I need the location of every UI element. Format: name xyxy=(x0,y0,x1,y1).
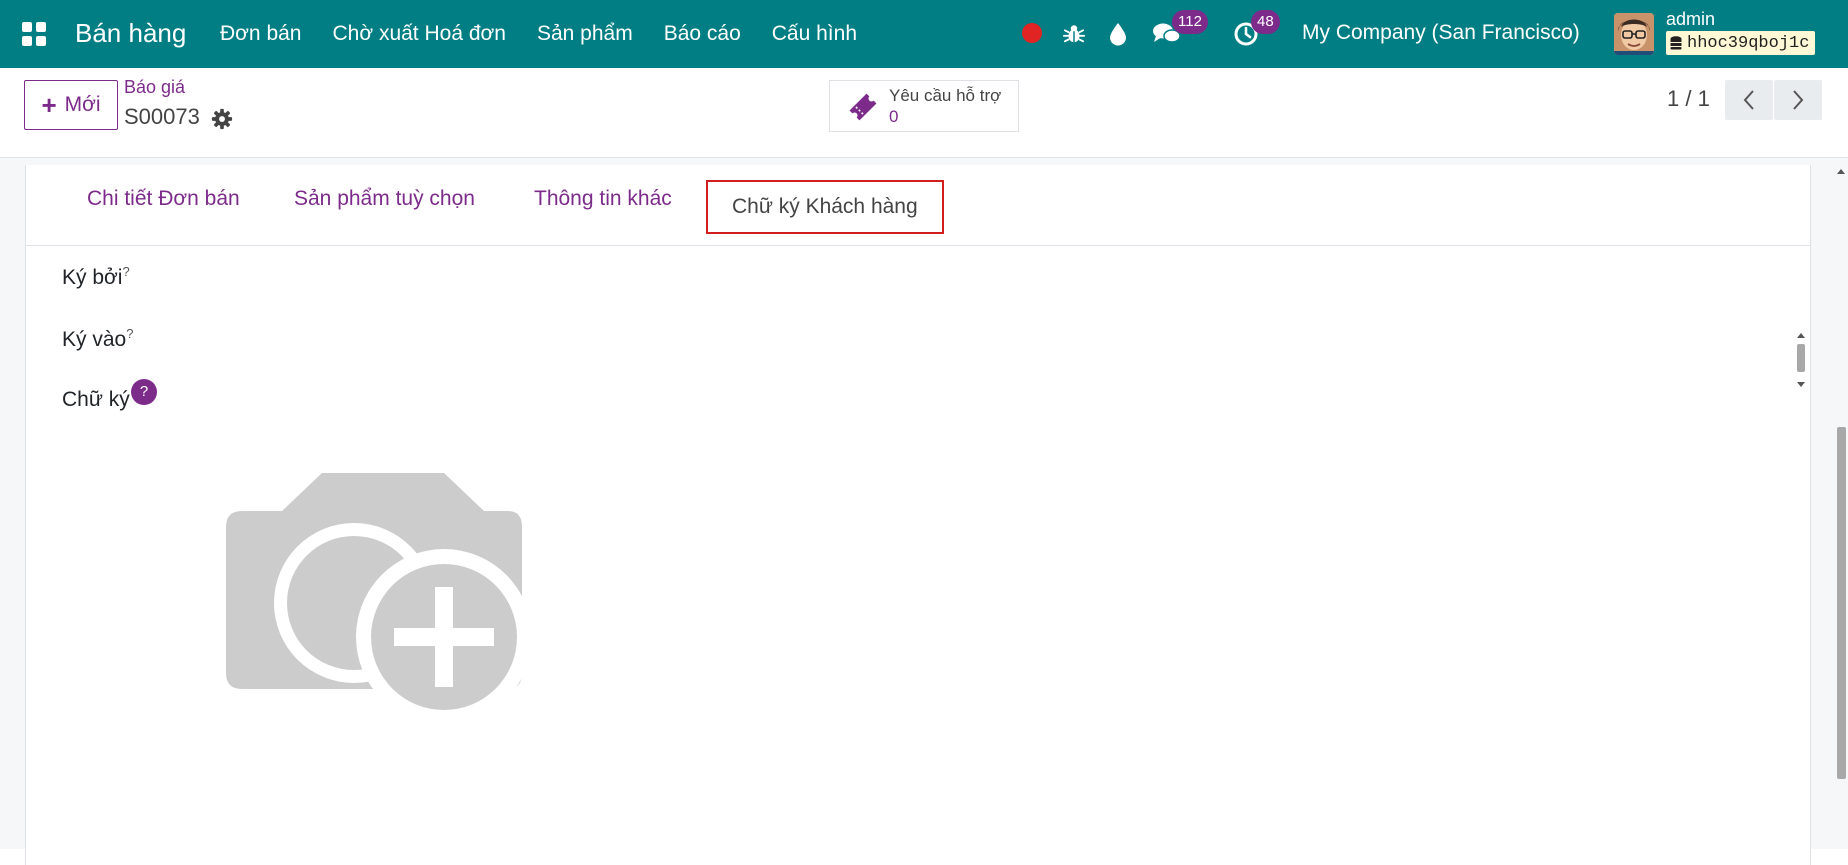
menu-products[interactable]: Sản phẩm xyxy=(537,22,633,46)
user-avatar[interactable] xyxy=(1614,13,1654,55)
signed-by-help[interactable]: ? xyxy=(122,264,129,279)
camera-add-icon xyxy=(226,473,532,725)
new-record-button[interactable]: + Mới xyxy=(24,80,118,130)
tab-optional-products[interactable]: Sản phẩm tuỳ chọn xyxy=(294,187,475,211)
gear-icon[interactable] xyxy=(211,108,233,130)
smart-button-value: 0 xyxy=(889,107,899,126)
database-icon xyxy=(1670,36,1682,50)
signature-label: Chữ ký xyxy=(62,388,130,411)
top-menu: Đơn bán Chờ xuất Hoá đơn Sản phẩm Báo cá… xyxy=(220,0,888,68)
plus-icon: + xyxy=(41,90,57,120)
messages-badge: 112 xyxy=(1172,10,1208,34)
form-content: Chi tiết Đơn bán Sản phẩm tuỳ chọn Thông… xyxy=(0,158,1848,865)
menu-configuration[interactable]: Cấu hình xyxy=(772,22,857,46)
notebook-tabs: Chi tiết Đơn bán Sản phẩm tuỳ chọn Thông… xyxy=(26,165,1810,246)
menu-to-invoice[interactable]: Chờ xuất Hoá đơn xyxy=(333,22,506,46)
tab-other-info[interactable]: Thông tin khác xyxy=(534,187,672,211)
tabs-scrollbar[interactable] xyxy=(1794,330,1808,390)
user-name[interactable]: admin xyxy=(1666,8,1715,30)
page-scrollbar[interactable] xyxy=(1834,165,1848,849)
activities-badge: 48 xyxy=(1251,10,1280,34)
main-navbar: Bán hàng Đơn bán Chờ xuất Hoá đơn Sản ph… xyxy=(0,0,1848,68)
menu-reporting[interactable]: Báo cáo xyxy=(664,22,741,46)
new-button-label: Mới xyxy=(64,93,101,116)
signed-by-text: Ký bởi xyxy=(62,266,123,289)
signed-on-label: Ký vào? xyxy=(62,326,133,352)
theme-drop-icon[interactable] xyxy=(1107,22,1129,46)
chevron-right-icon xyxy=(1793,90,1804,110)
app-brand[interactable]: Bán hàng xyxy=(75,16,186,50)
control-panel: + Mới Báo giá S00073 Yêu cầu hỗ trợ 0 1 … xyxy=(0,68,1848,158)
tab-order-lines[interactable]: Chi tiết Đơn bán xyxy=(87,187,240,211)
smart-button-label: Yêu cầu hỗ trợ xyxy=(889,86,1002,105)
signed-by-label: Ký bởi? xyxy=(62,264,130,290)
pager-next-button[interactable] xyxy=(1774,80,1822,120)
record-indicator-icon[interactable] xyxy=(1022,23,1042,43)
apps-menu-icon[interactable] xyxy=(22,22,46,46)
breadcrumb-quotations[interactable]: Báo giá xyxy=(124,77,185,98)
pager-previous-button[interactable] xyxy=(1725,80,1773,120)
database-name: hhoc39qboj1c xyxy=(1687,33,1810,53)
chevron-left-icon xyxy=(1743,90,1754,110)
tab-customer-signature[interactable]: Chữ ký Khách hàng xyxy=(706,180,944,234)
pager-value[interactable]: 1 / 1 xyxy=(1667,86,1710,112)
signature-help-tooltip[interactable]: ? xyxy=(131,379,157,405)
form-sheet: Chi tiết Đơn bán Sản phẩm tuỳ chọn Thông… xyxy=(25,165,1811,865)
breadcrumb-current-record: S00073 xyxy=(124,104,200,129)
signature-upload-placeholder[interactable] xyxy=(222,457,550,729)
menu-sale-orders[interactable]: Đơn bán xyxy=(220,22,302,46)
ticket-icon xyxy=(849,93,877,121)
signed-on-text: Ký vào xyxy=(62,328,127,351)
database-badge: hhoc39qboj1c xyxy=(1666,31,1816,55)
company-switcher[interactable]: My Company (San Francisco) xyxy=(1302,18,1580,48)
signed-on-help[interactable]: ? xyxy=(126,326,133,341)
support-tickets-smart-button[interactable]: Yêu cầu hỗ trợ 0 xyxy=(829,80,1019,132)
debug-bug-icon[interactable] xyxy=(1062,22,1086,46)
